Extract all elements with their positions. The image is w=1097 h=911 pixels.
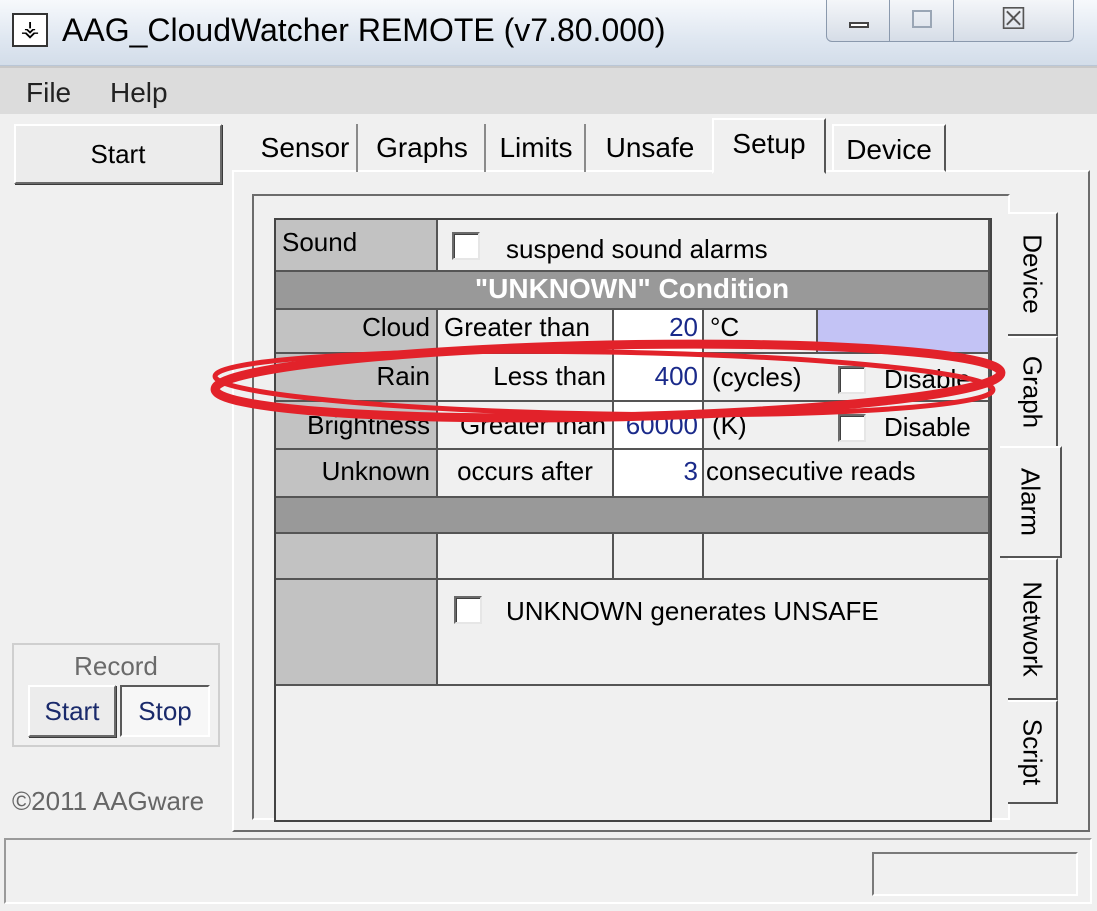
rain-label: Rain [276, 354, 438, 402]
start-button[interactable]: Start [14, 124, 222, 184]
copyright-text: ©2011 AAGware [12, 786, 205, 816]
side-tab-network-label: Network [1017, 581, 1048, 677]
tab-sensor[interactable]: Sensor [254, 124, 358, 172]
unknown-unsafe-checkbox[interactable] [454, 596, 482, 624]
status-panel [872, 852, 1078, 896]
brightness-disable-label: Disable [884, 412, 971, 442]
cloud-label: Cloud [276, 310, 438, 354]
tab-device[interactable]: Device [832, 124, 946, 172]
unknown-operator: occurs after [438, 450, 614, 498]
brightness-unit: (K) [712, 410, 747, 440]
side-tab-device[interactable]: Device [1008, 212, 1058, 336]
close-button[interactable]: ☒ [954, 0, 1074, 42]
title-bar: ⚶ AAG_CloudWatcher REMOTE (v7.80.000) ☒ [0, 0, 1097, 66]
record-group: Record Start Stop [12, 643, 220, 747]
side-tab-script-label: Script [1017, 718, 1048, 786]
section-separator [276, 498, 990, 534]
cloud-unit: °C [704, 310, 818, 354]
tab-unsafe[interactable]: Unsafe [588, 124, 712, 172]
empty-row-label [276, 534, 438, 580]
close-icon: ☒ [1000, 2, 1027, 37]
rain-value-input[interactable]: 400 [614, 354, 704, 402]
app-icon[interactable]: ⚶ [12, 13, 48, 47]
brightness-label: Brightness [276, 402, 438, 450]
cloud-operator: Greater than [438, 310, 614, 354]
tab-setup[interactable]: Setup [712, 118, 826, 174]
unknown-label: Unknown [276, 450, 438, 498]
side-tab-alarm-label: Alarm [1015, 468, 1046, 536]
unsafe-row-label [276, 580, 438, 686]
brightness-disable-checkbox[interactable] [838, 414, 866, 442]
side-tab-alarm[interactable]: Alarm [1000, 446, 1062, 558]
maximize-button[interactable] [890, 0, 954, 42]
suspend-sound-label: suspend sound alarms [506, 234, 768, 264]
tab-graphs[interactable]: Graphs [360, 124, 486, 172]
empty-row-cell [438, 534, 614, 580]
side-tab-graph[interactable]: Graph [1008, 336, 1058, 448]
side-tab-device-label: Device [1017, 234, 1048, 314]
menu-bar: File Help [0, 66, 1097, 114]
side-tab-network[interactable]: Network [1008, 558, 1058, 700]
unknown-condition-header: "UNKNOWN" Condition [276, 272, 990, 310]
brightness-operator: Greater than [438, 402, 614, 450]
rain-operator: Less than [438, 354, 614, 402]
empty-row-cell [704, 534, 990, 580]
maximize-icon [912, 10, 932, 28]
record-stop-button[interactable]: Stop [120, 685, 210, 737]
rain-unit: (cycles) [712, 362, 802, 392]
unknown-unsafe-label: UNKNOWN generates UNSAFE [506, 596, 879, 626]
empty-row-cell [614, 534, 704, 580]
rain-disable-label: Disable [884, 364, 971, 394]
menu-help[interactable]: Help [110, 76, 168, 110]
side-tab-graph-label: Graph [1017, 355, 1048, 429]
record-start-button[interactable]: Start [28, 685, 116, 737]
minimize-button[interactable] [826, 0, 890, 42]
sound-label: Sound [276, 220, 438, 272]
cloud-value-input[interactable]: 20 [614, 310, 704, 354]
unknown-value-input[interactable]: 3 [614, 450, 704, 498]
side-tab-script[interactable]: Script [1008, 700, 1058, 804]
suspend-sound-checkbox[interactable] [452, 232, 480, 260]
minimize-icon [849, 22, 869, 28]
rain-disable-checkbox[interactable] [838, 366, 866, 394]
tab-limits[interactable]: Limits [488, 124, 586, 172]
unknown-unit: consecutive reads [704, 450, 990, 498]
brightness-value-input[interactable]: 60000 [614, 402, 704, 450]
cloud-color-swatch [818, 310, 990, 354]
record-label: Record [74, 651, 158, 681]
window-title: AAG_CloudWatcher REMOTE (v7.80.000) [62, 12, 666, 48]
menu-file[interactable]: File [26, 76, 71, 110]
